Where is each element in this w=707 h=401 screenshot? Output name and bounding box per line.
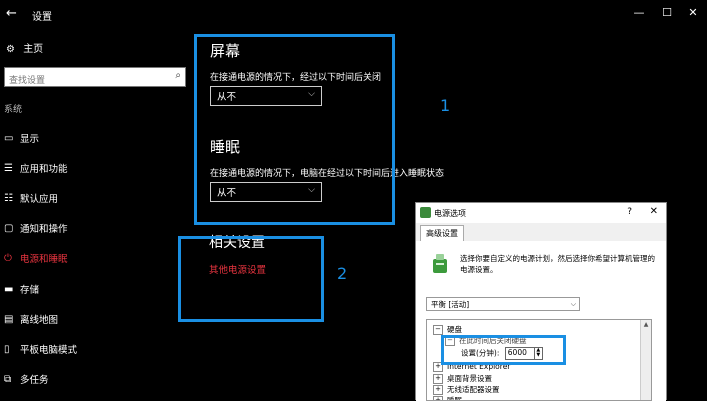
- search-box[interactable]: ⌕: [4, 67, 186, 90]
- expand-icon[interactable]: +: [433, 396, 443, 400]
- sidebar-item-display[interactable]: ▭ 显示: [4, 129, 39, 147]
- minimize-button[interactable]: —: [630, 6, 648, 19]
- sidebar-item-label: 多任务: [20, 375, 49, 386]
- home-label: 主页: [23, 44, 44, 55]
- tree-item-desktop-background[interactable]: + 桌面背景设置: [433, 373, 492, 384]
- tree-item-wireless-adapter[interactable]: + 无线适配器设置: [433, 384, 500, 395]
- sidebar-item-label: 离线地图: [20, 315, 59, 326]
- tablet-mode-icon: ▯: [4, 343, 10, 355]
- dialog-close-button[interactable]: ✕: [650, 206, 658, 217]
- tree-item-disk[interactable]: − 硬盘: [433, 324, 462, 335]
- storage-icon: ▬: [4, 283, 14, 295]
- power-icon: ⏻: [4, 252, 12, 264]
- notifications-icon: ▢: [4, 222, 14, 234]
- home-nav-item[interactable]: ⚙ 主页: [6, 40, 43, 55]
- sidebar-item-label: 通知和操作: [20, 224, 68, 235]
- monitor-icon: ▭: [4, 132, 14, 144]
- expand-icon[interactable]: +: [433, 385, 443, 395]
- dialog-description: 选择你要自定义的电源计划，然后选择你希望计算机管理的电源设置。: [460, 254, 655, 274]
- sidebar-item-offline-maps[interactable]: ▤ 离线地图: [4, 310, 58, 328]
- expand-icon[interactable]: +: [433, 374, 443, 384]
- default-apps-icon: ☷: [4, 192, 13, 204]
- close-button[interactable]: ✕: [684, 6, 702, 19]
- home-gear-icon: ⚙: [6, 44, 15, 55]
- dialog-title: 电源选项: [434, 209, 466, 218]
- multitask-icon: ⧉: [4, 373, 12, 385]
- search-icon[interactable]: ⌕: [175, 70, 181, 81]
- sidebar-item-tablet-mode[interactable]: ▯ 平板电脑模式: [4, 340, 77, 358]
- sidebar-item-notifications[interactable]: ▢ 通知和操作: [4, 219, 68, 237]
- sidebar-item-label: 电源和睡眠: [20, 254, 68, 265]
- back-arrow-icon[interactable]: ←: [6, 6, 17, 21]
- dialog-body: 选择你要自定义的电源计划，然后选择你希望计算机管理的电源设置。 平衡 [活动] …: [416, 241, 666, 401]
- dialog-title-bar: 电源选项 ? ✕: [416, 203, 666, 223]
- offline-map-icon: ▤: [4, 313, 14, 325]
- annotation-number-2: 2: [337, 264, 348, 283]
- sidebar-item-label: 应用和功能: [20, 164, 68, 175]
- sidebar-item-label: 默认应用: [20, 194, 59, 205]
- sidebar-section-title: 系统: [4, 105, 23, 115]
- sidebar-item-default-apps[interactable]: ☷ 默认应用: [4, 189, 58, 207]
- apps-list-icon: ☰: [4, 162, 13, 174]
- sidebar-item-multitask[interactable]: ⧉ 多任务: [4, 370, 49, 388]
- annotation-box-2: [178, 236, 324, 322]
- help-button[interactable]: ?: [627, 207, 632, 217]
- power-plan-select[interactable]: 平衡 [活动] ⌵: [426, 297, 580, 311]
- annotation-box-3: [441, 335, 566, 365]
- title-bar: ← 设置 — ☐ ✕: [0, 0, 707, 30]
- tree-scrollbar[interactable]: ▲: [640, 320, 651, 400]
- tab-advanced-settings[interactable]: 高级设置: [420, 225, 464, 242]
- chevron-down-icon: ⌵: [570, 300, 576, 308]
- window-title: 设置: [32, 12, 52, 23]
- search-input[interactable]: [5, 72, 159, 90]
- sidebar-item-label: 存储: [20, 285, 40, 296]
- power-plan-value: 平衡 [活动]: [431, 300, 470, 309]
- annotation-number-1: 1: [440, 96, 451, 115]
- maximize-button[interactable]: ☐: [658, 6, 676, 19]
- tree-item-sleep[interactable]: + 睡眠: [433, 395, 462, 400]
- power-options-icon: [420, 207, 431, 218]
- power-options-dialog: 电源选项 ? ✕ 高级设置 选择你要自定义的电源计划，然后选择你希望计算机管理的…: [415, 202, 667, 401]
- sidebar-item-label: 显示: [20, 134, 40, 145]
- dialog-tab-strip: 高级设置: [416, 225, 666, 242]
- sidebar-item-apps[interactable]: ☰ 应用和功能: [4, 159, 68, 177]
- collapse-icon[interactable]: −: [433, 325, 443, 335]
- sidebar-item-label: 平板电脑模式: [20, 345, 78, 356]
- sidebar-item-power-sleep[interactable]: ⏻ 电源和睡眠: [4, 249, 68, 267]
- power-plan-icon: [433, 254, 447, 273]
- scroll-up-icon[interactable]: ▲: [641, 320, 651, 330]
- annotation-box-1: [194, 34, 395, 225]
- sidebar-item-storage[interactable]: ▬ 存储: [4, 280, 39, 298]
